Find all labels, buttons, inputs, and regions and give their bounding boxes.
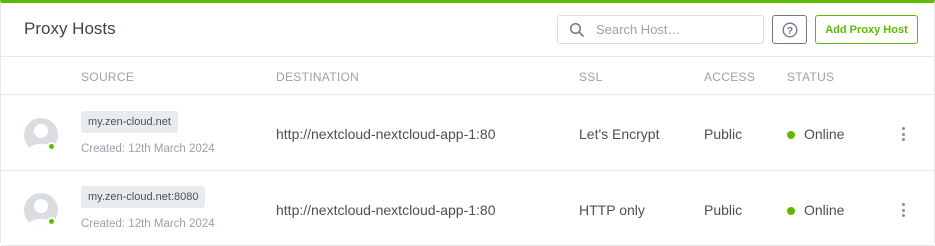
add-proxy-host-button[interactable]: Add Proxy Host (815, 15, 918, 44)
page-title: Proxy Hosts (24, 19, 116, 38)
search-input[interactable] (596, 16, 756, 43)
destination-url: http://nextcloud-nextcloud-app-1:80 (276, 202, 496, 218)
created-date: Created: 12th March 2024 (81, 218, 215, 230)
column-header-ssl[interactable]: SSL (579, 70, 603, 84)
column-header-status[interactable]: STATUS (787, 70, 834, 84)
column-header-source[interactable]: SOURCE (81, 70, 134, 84)
status-dot-icon (787, 131, 795, 139)
destination-url: http://nextcloud-nextcloud-app-1:80 (276, 126, 496, 142)
source-domain-badge[interactable]: my.zen-cloud.net:8080 (81, 186, 206, 208)
more-vertical-icon[interactable] (897, 202, 909, 218)
access-type: Public (704, 202, 743, 218)
search-box[interactable] (557, 15, 764, 44)
more-vertical-icon[interactable] (897, 126, 909, 142)
question-circle-icon: ? (782, 22, 797, 37)
online-indicator-icon (47, 142, 56, 151)
card-header: Proxy Hosts ? Add Proxy Host (1, 3, 934, 57)
help-button[interactable]: ? (772, 15, 807, 44)
ssl-type: Let's Encrypt (579, 126, 660, 142)
ssl-type: HTTP only (579, 202, 645, 218)
column-header-access[interactable]: ACCESS (704, 70, 755, 84)
table-row: my.zen-cloud.net:8080 Created: 12th Marc… (1, 171, 934, 246)
table-header: SOURCE DESTINATION SSL ACCESS STATUS (1, 57, 934, 95)
online-indicator-icon (47, 217, 56, 226)
proxy-hosts-card: Proxy Hosts ? Add Proxy Host SOURCE DEST… (0, 0, 935, 246)
column-header-destination[interactable]: DESTINATION (276, 70, 359, 84)
status-text: Online (804, 202, 845, 218)
search-icon (569, 22, 585, 38)
source-domain-badge[interactable]: my.zen-cloud.net (81, 111, 178, 133)
table-row: my.zen-cloud.net Created: 12th March 202… (1, 96, 934, 171)
status-text: Online (804, 126, 845, 142)
help-button-label: ? (786, 24, 792, 36)
access-type: Public (704, 126, 743, 142)
status-dot-icon (787, 207, 795, 215)
created-date: Created: 12th March 2024 (81, 143, 215, 155)
